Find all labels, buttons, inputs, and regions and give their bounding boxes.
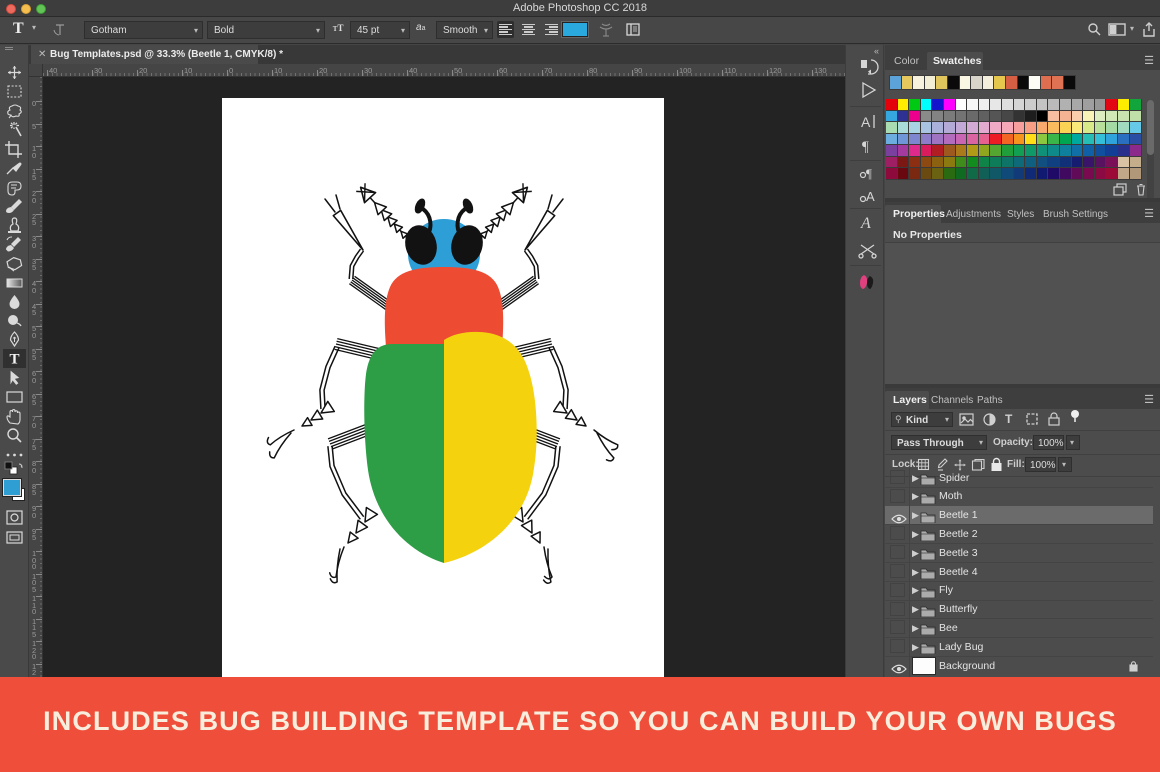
svg-text:T: T (9, 351, 19, 367)
svg-text:¶: ¶ (866, 166, 872, 181)
svg-text:A: A (861, 114, 871, 130)
svg-text:A: A (860, 215, 871, 232)
svg-text:¶: ¶ (862, 139, 869, 155)
svg-text:A: A (866, 189, 875, 204)
